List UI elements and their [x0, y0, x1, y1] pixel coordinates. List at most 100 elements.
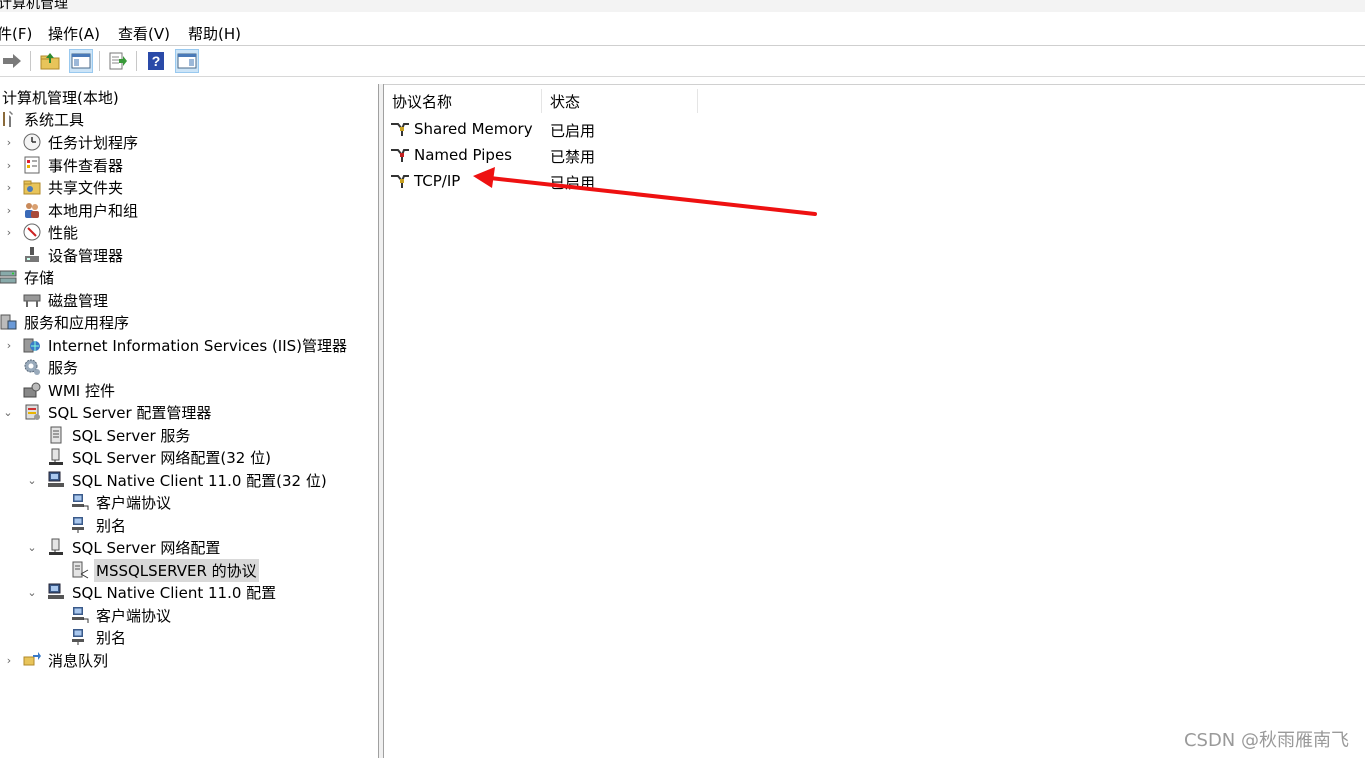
help-icon[interactable]: ? [144, 49, 168, 73]
tree-item-label: SQL Native Client 11.0 配置(32 位) [72, 471, 327, 490]
protocol-plug-icon [390, 145, 410, 165]
tree-item-label: WMI 控件 [48, 381, 115, 400]
tree-item-system-tools[interactable]: 系统工具 [0, 108, 86, 130]
menu-action[interactable]: 操作(A) [48, 23, 100, 44]
list-item[interactable]: Shared Memory 已启用 [384, 117, 984, 141]
expand-chevron-icon[interactable]: › [4, 226, 14, 239]
console-tree: 计算机管理(本地) 系统工具 任务计划程序 › 事件查看器 › 共享文件夹 › … [0, 84, 379, 758]
services-apps-icon [0, 312, 18, 332]
tree-item-native-client-config-32[interactable]: SQL Native Client 11.0 配置(32 位) [46, 469, 329, 491]
storage-icon [0, 267, 18, 287]
tree-item-sql-server-services[interactable]: SQL Server 服务 [46, 424, 192, 446]
tree-item-event-viewer[interactable]: 事件查看器 [22, 154, 125, 176]
protocol-status: 已禁用 [550, 148, 596, 166]
tree-item-label: SQL Native Client 11.0 配置 [72, 583, 277, 602]
list-item-name: Shared Memory [390, 119, 533, 139]
export-list-icon[interactable] [106, 49, 130, 73]
menu-help[interactable]: 帮助(H) [188, 23, 241, 44]
tree-item-label: 系统工具 [24, 110, 85, 129]
tree-item-label: 消息队列 [48, 651, 109, 670]
client-protocol-icon [70, 492, 90, 512]
tree-item-label: 服务和应用程序 [24, 313, 130, 332]
tree-item-iis-manager[interactable]: Internet Information Services (IIS)管理器 [22, 334, 349, 356]
collapse-chevron-icon[interactable]: ⌄ [3, 406, 13, 419]
forward-arrow-icon[interactable] [0, 49, 24, 73]
tree-item-label: SQL Server 网络配置(32 位) [72, 448, 271, 467]
tree-item-label: 服务 [48, 358, 79, 377]
tree-item-device-manager[interactable]: 设备管理器 [22, 244, 125, 266]
tree-item-message-queuing[interactable]: 消息队列 [22, 649, 110, 671]
tree-item-label: 别名 [96, 516, 127, 535]
column-header-status[interactable]: 状态 [542, 89, 698, 113]
menu-view[interactable]: 查看(V) [118, 23, 170, 44]
toolbar-separator [99, 51, 100, 71]
event-viewer-icon [22, 155, 42, 175]
list-item[interactable]: TCP/IP 已启用 [384, 169, 984, 193]
tree-item-services[interactable]: 服务 [22, 356, 80, 378]
expand-chevron-icon[interactable]: › [4, 339, 14, 352]
menu-file[interactable]: 件(F) [0, 23, 32, 44]
svg-text:?: ? [152, 53, 161, 69]
show-hide-console-tree-icon[interactable] [69, 49, 93, 73]
up-folder-icon[interactable] [38, 49, 62, 73]
tree-item-label: Internet Information Services (IIS)管理器 [48, 336, 348, 355]
tree-item-label: 性能 [48, 223, 79, 242]
show-hide-action-pane-icon[interactable] [175, 49, 199, 73]
collapse-chevron-icon[interactable]: ⌄ [27, 474, 37, 487]
toolbar: ? [0, 46, 1365, 77]
device-manager-icon [22, 245, 42, 265]
menu-bar: 件(F) 操作(A) 查看(V) 帮助(H) [0, 19, 1365, 46]
tree-item-aliases-32[interactable]: 别名 [70, 514, 128, 536]
expand-chevron-icon[interactable]: › [4, 181, 14, 194]
tree-item-shared-folders[interactable]: 共享文件夹 [22, 176, 125, 198]
tree-item-disk-management[interactable]: 磁盘管理 [22, 289, 110, 311]
iis-icon [22, 335, 42, 355]
protocol-plug-icon [390, 171, 410, 191]
tree-item-root[interactable]: 计算机管理(本地) [0, 86, 121, 108]
expand-chevron-icon[interactable]: › [4, 136, 14, 149]
tree-item-client-protocols[interactable]: 客户端协议 [70, 604, 173, 626]
tree-item-mssqlserver-protocols[interactable]: MSSQLSERVER 的协议 [70, 558, 259, 582]
tree-item-label: SQL Server 配置管理器 [48, 403, 212, 422]
tree-item-wmi-control[interactable]: WMI 控件 [22, 379, 117, 401]
disk-icon [22, 290, 42, 310]
tree-item-label: 本地用户和组 [48, 201, 139, 220]
protocol-status: 已启用 [550, 174, 596, 192]
tree-item-sql-config-manager[interactable]: SQL Server 配置管理器 [22, 401, 213, 423]
protocol-plug-icon [390, 119, 410, 139]
alias-icon [70, 515, 90, 535]
watermark: CSDN @秋雨雁南飞 [1183, 730, 1349, 751]
network-config-icon [46, 537, 66, 557]
window-title: 计算机管理 [0, 0, 68, 12]
tree-item-performance[interactable]: 性能 [22, 221, 80, 243]
shared-folder-icon [22, 177, 42, 197]
network-config-icon [46, 447, 66, 467]
native-client-icon [46, 582, 66, 602]
tree-item-client-protocols-32[interactable]: 客户端协议 [70, 491, 173, 513]
collapse-chevron-icon[interactable]: ⌄ [27, 586, 37, 599]
tree-item-aliases[interactable]: 别名 [70, 626, 128, 648]
tree-item-label: 任务计划程序 [48, 133, 139, 152]
tree-item-local-users[interactable]: 本地用户和组 [22, 199, 140, 221]
tree-item-label: 计算机管理(本地) [2, 88, 119, 107]
tree-item-label: 别名 [96, 628, 127, 647]
tree-item-sql-network-config[interactable]: SQL Server 网络配置 [46, 536, 222, 558]
column-header-protocol-name[interactable]: 协议名称 [384, 89, 542, 113]
tools-icon [0, 109, 18, 129]
tree-item-label: 客户端协议 [96, 606, 172, 625]
tree-item-storage[interactable]: 存储 [0, 266, 56, 288]
tree-item-task-scheduler[interactable]: 任务计划程序 [22, 131, 140, 153]
tree-item-native-client-config[interactable]: SQL Native Client 11.0 配置 [46, 581, 278, 603]
tree-item-services-and-apps[interactable]: 服务和应用程序 [0, 311, 131, 333]
toolbar-separator [30, 51, 31, 71]
tree-item-sql-network-config-32[interactable]: SQL Server 网络配置(32 位) [46, 446, 273, 468]
list-item[interactable]: Named Pipes 已禁用 [384, 143, 984, 167]
tree-item-label: 事件查看器 [48, 156, 124, 175]
protocol-list: 协议名称 状态 Shared Memory 已启用 Named Pipes 已禁… [384, 84, 1365, 758]
expand-chevron-icon[interactable]: › [4, 654, 14, 667]
expand-chevron-icon[interactable]: › [4, 204, 14, 217]
tree-item-label: MSSQLSERVER 的协议 [94, 558, 259, 582]
expand-chevron-icon[interactable]: › [4, 159, 14, 172]
server-icon [46, 425, 66, 445]
collapse-chevron-icon[interactable]: ⌄ [27, 541, 37, 554]
